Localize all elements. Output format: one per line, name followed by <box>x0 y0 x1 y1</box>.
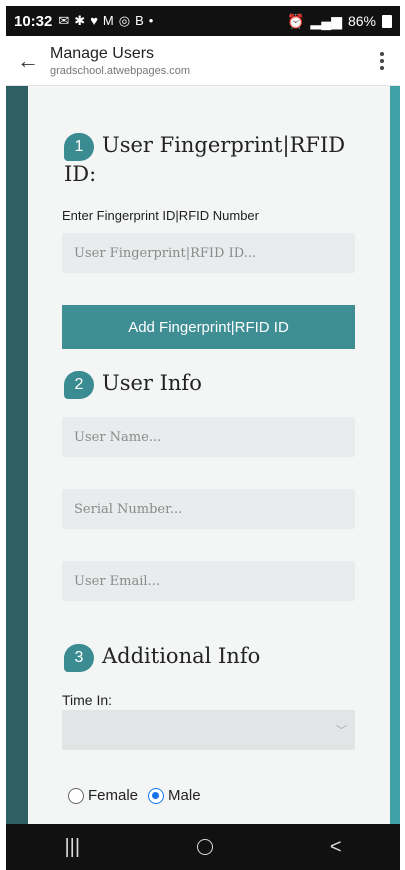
section-heading-fingerprint: 1 User Fingerprint|RFID ID: <box>64 132 364 188</box>
step-badge: 1 <box>64 132 94 161</box>
status-bar: 10:32 ✉ ✱ ♥ M ◎ B • ⏰ ▂▄▆ 86% <box>6 6 400 36</box>
system-back-icon[interactable]: < <box>330 836 342 859</box>
system-indicators: ⏰ ▂▄▆ 86% <box>287 13 392 30</box>
signal-icon: ▂▄▆ <box>310 12 342 29</box>
page-content: 1 User Fingerprint|RFID ID: Enter Fingerp… <box>6 86 400 824</box>
fingerprint-field-label: Enter Fingerprint ID|RFID Number <box>62 208 259 223</box>
step-badge: 2 <box>64 370 94 399</box>
page-url: gradschool.atwebpages.com <box>50 64 191 77</box>
page-title: Manage Users <box>50 44 155 62</box>
male-radio[interactable] <box>148 787 165 804</box>
female-label: Female <box>88 787 139 804</box>
add-fingerprint-button[interactable]: Add Fingerprint|RFID ID <box>62 305 355 349</box>
left-sidebar-strip <box>6 86 28 824</box>
recent-apps-icon[interactable]: ||| <box>64 836 80 859</box>
user-name-input[interactable] <box>62 417 355 457</box>
browser-header: ← Manage Users gradschool.atwebpages.com <box>6 36 400 86</box>
chevron-down-icon: ﹀ <box>336 725 347 737</box>
time-in-label: Time In: <box>62 692 113 708</box>
section-title: User Info <box>102 371 202 395</box>
section-title: User Fingerprint|RFID ID: <box>64 133 346 186</box>
location-icon: ♥ <box>90 13 98 28</box>
section-heading-additional-info: 3 Additional Info <box>64 643 260 672</box>
battery-percent: 86% <box>347 13 376 29</box>
clock: 10:32 <box>14 12 53 30</box>
gender-radio-group: Female Male <box>68 787 211 804</box>
b-app-icon: B <box>135 13 144 28</box>
time-in-select[interactable]: ﹀ <box>62 710 355 750</box>
user-form-card: 1 User Fingerprint|RFID ID: Enter Fingerp… <box>28 86 390 824</box>
battery-icon <box>382 14 392 28</box>
more-dot-icon: • <box>148 13 154 28</box>
gmail-icon: M <box>102 13 114 28</box>
fingerprint-id-input[interactable] <box>62 233 355 273</box>
female-radio[interactable] <box>68 787 84 804</box>
section-heading-user-info: 2 User Info <box>64 370 202 399</box>
step-badge: 3 <box>64 643 94 672</box>
section-title: Additional Info <box>102 644 261 668</box>
home-icon[interactable] <box>196 839 213 855</box>
right-sidebar-strip <box>390 86 400 824</box>
back-arrow-icon[interactable]: ← <box>6 48 50 74</box>
alarm-clock-icon: ⏰ <box>287 12 305 29</box>
male-label: Male <box>168 787 201 804</box>
sync-icon: ◎ <box>118 13 131 28</box>
system-nav-bar: ||| < <box>6 824 400 870</box>
more-options-icon[interactable] <box>364 51 400 70</box>
serial-number-input[interactable] <box>62 489 355 529</box>
notification-icons: ✉ ✱ ♥ M ◎ B • <box>58 13 153 29</box>
header-text: Manage Users gradschool.atwebpages.com <box>50 45 364 77</box>
user-email-input[interactable] <box>62 561 355 601</box>
alarm-icon: ✱ <box>74 13 86 28</box>
message-icon: ✉ <box>58 13 70 28</box>
